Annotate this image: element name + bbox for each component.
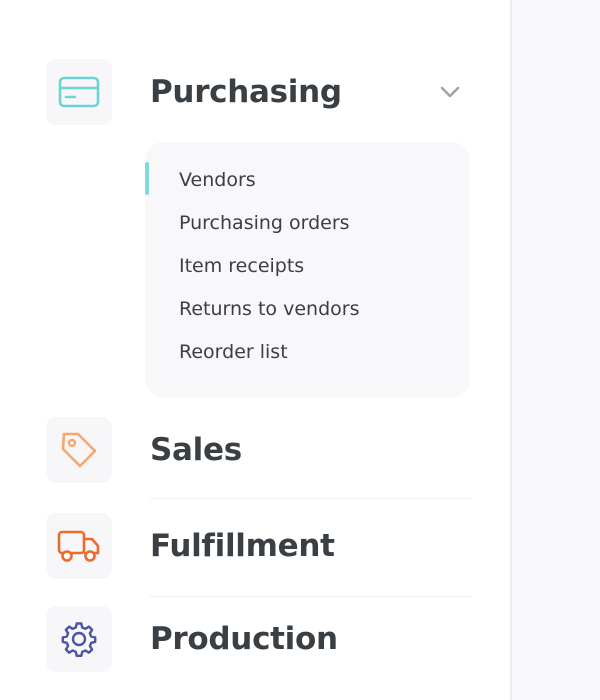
submenu-item-purchasing-orders[interactable]: Purchasing orders — [179, 212, 350, 234]
nav-label-production: Production — [150, 621, 338, 657]
submenu-item-reorder-list[interactable]: Reorder list — [179, 341, 288, 363]
purchasing-icon-box — [46, 59, 112, 125]
chevron-down-icon[interactable] — [438, 80, 462, 104]
nav-label-fulfillment: Fulfillment — [150, 528, 335, 564]
production-icon-box — [46, 606, 112, 672]
nav-item-purchasing[interactable]: Purchasing — [46, 59, 476, 125]
submenu-item-vendors[interactable]: Vendors — [179, 169, 256, 191]
truck-icon — [57, 530, 100, 562]
nav-item-fulfillment[interactable]: Fulfillment — [46, 513, 476, 579]
main-content-area — [512, 0, 600, 700]
sidebar: Purchasing Vendors Purchasing orders Ite… — [0, 0, 512, 700]
divider — [150, 498, 472, 499]
nav-label-purchasing: Purchasing — [150, 74, 342, 110]
active-indicator — [145, 162, 149, 195]
submenu-item-returns-to-vendors[interactable]: Returns to vendors — [179, 298, 359, 320]
nav-item-production[interactable]: Production — [46, 606, 476, 672]
nav-item-sales[interactable]: Sales — [46, 417, 476, 483]
credit-card-icon — [58, 76, 100, 108]
fulfillment-icon-box — [46, 513, 112, 579]
sales-icon-box — [46, 417, 112, 483]
purchasing-submenu: Vendors Purchasing orders Item receipts … — [145, 142, 470, 397]
divider — [150, 596, 472, 597]
gear-icon — [61, 622, 97, 657]
submenu-item-item-receipts[interactable]: Item receipts — [179, 255, 304, 277]
tag-icon — [61, 432, 97, 468]
nav-label-sales: Sales — [150, 432, 242, 468]
